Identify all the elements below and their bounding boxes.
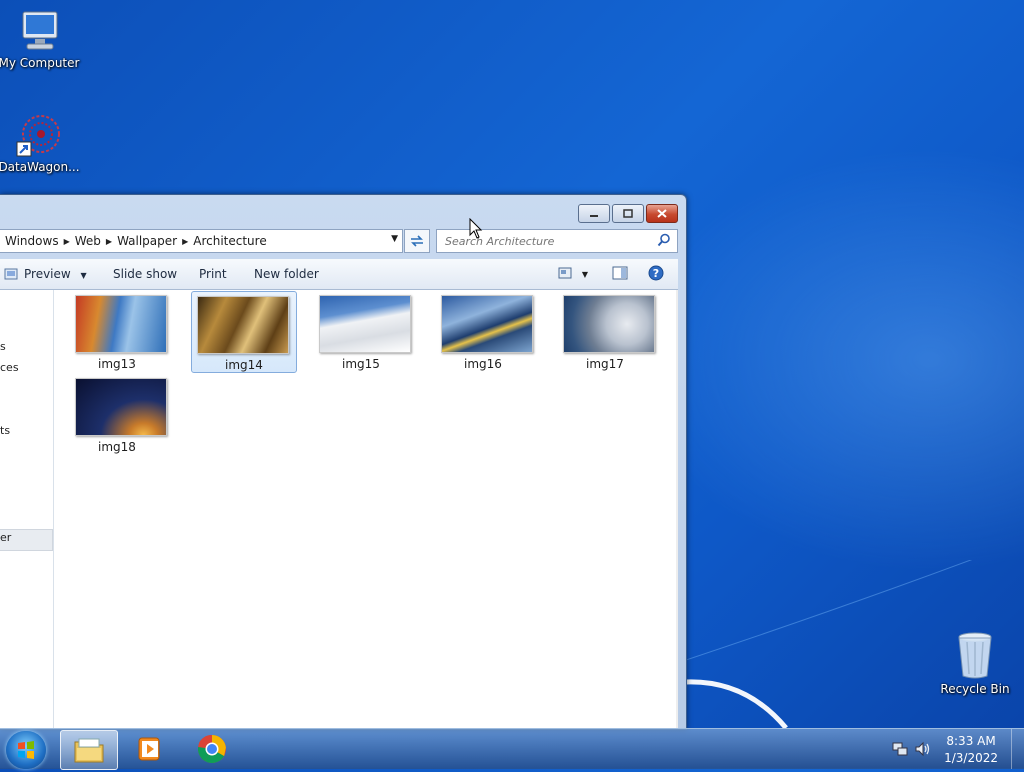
- computer-icon: [22, 11, 58, 50]
- minimize-icon: [590, 214, 598, 217]
- file-item-img16[interactable]: img16: [431, 291, 535, 371]
- thumbnail-image: [75, 295, 167, 353]
- file-name: img13: [98, 357, 136, 371]
- thumbnail-image: [197, 296, 289, 354]
- maximize-icon: [623, 209, 633, 218]
- window-caption-buttons: [578, 204, 678, 223]
- desktop-icon-my-computer[interactable]: My Computer: [0, 10, 81, 70]
- preview-pane-icon: [612, 266, 628, 280]
- command-bar: Preview ▼ Slide show Print New folder ▼ …: [0, 259, 678, 290]
- taskbar-chrome-button[interactable]: [184, 730, 240, 768]
- file-item-img14[interactable]: img14: [191, 291, 297, 373]
- windows-explorer-icon: [74, 738, 104, 763]
- file-name: img14: [225, 358, 263, 372]
- network-icon[interactable]: [892, 741, 908, 757]
- help-button[interactable]: ?: [648, 265, 664, 284]
- search-icon[interactable]: [657, 233, 671, 247]
- preview-pane-button[interactable]: [612, 266, 628, 283]
- breadcrumb-label: Architecture: [193, 234, 267, 248]
- chevron-down-icon: ▼: [80, 271, 87, 280]
- breadcrumb-label: Web: [74, 234, 101, 248]
- file-item-img17[interactable]: img17: [553, 291, 657, 371]
- file-name: img15: [342, 357, 380, 371]
- breadcrumb-architecture[interactable]: Architecture: [188, 234, 271, 248]
- datawagon-icon: [16, 115, 60, 157]
- navigation-pane[interactable]: s ces ts er: [0, 290, 54, 728]
- file-item-img15[interactable]: img15: [309, 291, 413, 371]
- wallpaper-swoosh: [686, 560, 973, 728]
- preview-icon: [4, 268, 18, 280]
- nav-item-fragment[interactable]: s: [0, 340, 6, 353]
- thumbnail-image: [75, 378, 167, 436]
- breadcrumb-wallpaper[interactable]: Wallpaper: [112, 234, 182, 248]
- file-name: img18: [98, 440, 136, 454]
- breadcrumb-windows[interactable]: Windows: [0, 234, 64, 248]
- desktop-icon-label: DataWagon...: [0, 160, 80, 174]
- view-icon: [558, 267, 572, 279]
- refresh-button[interactable]: [404, 229, 430, 253]
- breadcrumb-label: Windows: [5, 234, 59, 248]
- close-icon: [657, 209, 667, 218]
- thumbnail-image: [441, 295, 533, 353]
- help-icon: ?: [648, 265, 664, 281]
- clock-time: 8:33 AM: [946, 734, 996, 748]
- media-player-icon: [138, 737, 160, 761]
- preview-button[interactable]: Preview ▼: [24, 267, 87, 281]
- nav-item-fragment[interactable]: er: [0, 531, 11, 544]
- minimize-button[interactable]: [578, 204, 610, 223]
- start-button[interactable]: [6, 731, 46, 769]
- volume-icon[interactable]: [914, 741, 932, 757]
- svg-text:?: ?: [653, 267, 659, 280]
- change-view-button[interactable]: ▼: [558, 267, 588, 282]
- taskbar-media-player-button[interactable]: [122, 730, 178, 768]
- thumbnail-image: [563, 295, 655, 353]
- chevron-down-icon: ▼: [581, 270, 588, 279]
- slideshow-button[interactable]: Slide show: [113, 267, 177, 281]
- print-button[interactable]: Print: [199, 267, 227, 281]
- scrollbar[interactable]: [676, 290, 678, 728]
- nav-item-fragment[interactable]: ces: [0, 361, 19, 374]
- address-dropdown-icon[interactable]: ▼: [391, 234, 398, 244]
- breadcrumb-web[interactable]: Web: [70, 234, 106, 248]
- clock-date: 1/3/2022: [944, 751, 998, 765]
- desktop-icon-label: My Computer: [0, 56, 80, 70]
- close-button[interactable]: [646, 204, 678, 223]
- address-bar[interactable]: Windows ▶ Web ▶ Wallpaper ▶ Architecture…: [0, 229, 403, 253]
- explorer-window: Windows ▶ Web ▶ Wallpaper ▶ Architecture…: [0, 194, 687, 730]
- content-area: s ces ts er img13 img14 img15 img16 img1…: [0, 290, 678, 728]
- system-tray: 8:33 AM 1/3/2022: [884, 729, 1024, 769]
- maximize-button[interactable]: [612, 204, 644, 223]
- thumbnail-image: [319, 295, 411, 353]
- desktop-icon-datawagon[interactable]: DataWagon...: [0, 112, 81, 174]
- file-name: img17: [586, 357, 624, 371]
- nav-item-fragment[interactable]: ts: [0, 424, 10, 437]
- breadcrumb-label: Wallpaper: [117, 234, 178, 248]
- refresh-icon: [411, 235, 423, 247]
- show-desktop-button[interactable]: [1011, 729, 1024, 769]
- chrome-icon: [197, 734, 226, 763]
- taskbar-explorer-button[interactable]: [60, 730, 118, 770]
- taskbar: 8:33 AM 1/3/2022: [0, 728, 1024, 770]
- mouse-cursor-icon: [469, 218, 483, 239]
- preview-label: Preview: [24, 267, 71, 281]
- clock[interactable]: 8:33 AM 1/3/2022: [944, 733, 998, 767]
- file-item-img18[interactable]: img18: [65, 374, 169, 454]
- file-item-img13[interactable]: img13: [65, 291, 169, 371]
- file-name: img16: [464, 357, 502, 371]
- windows-logo-icon: [18, 741, 34, 759]
- new-folder-button[interactable]: New folder: [254, 267, 319, 281]
